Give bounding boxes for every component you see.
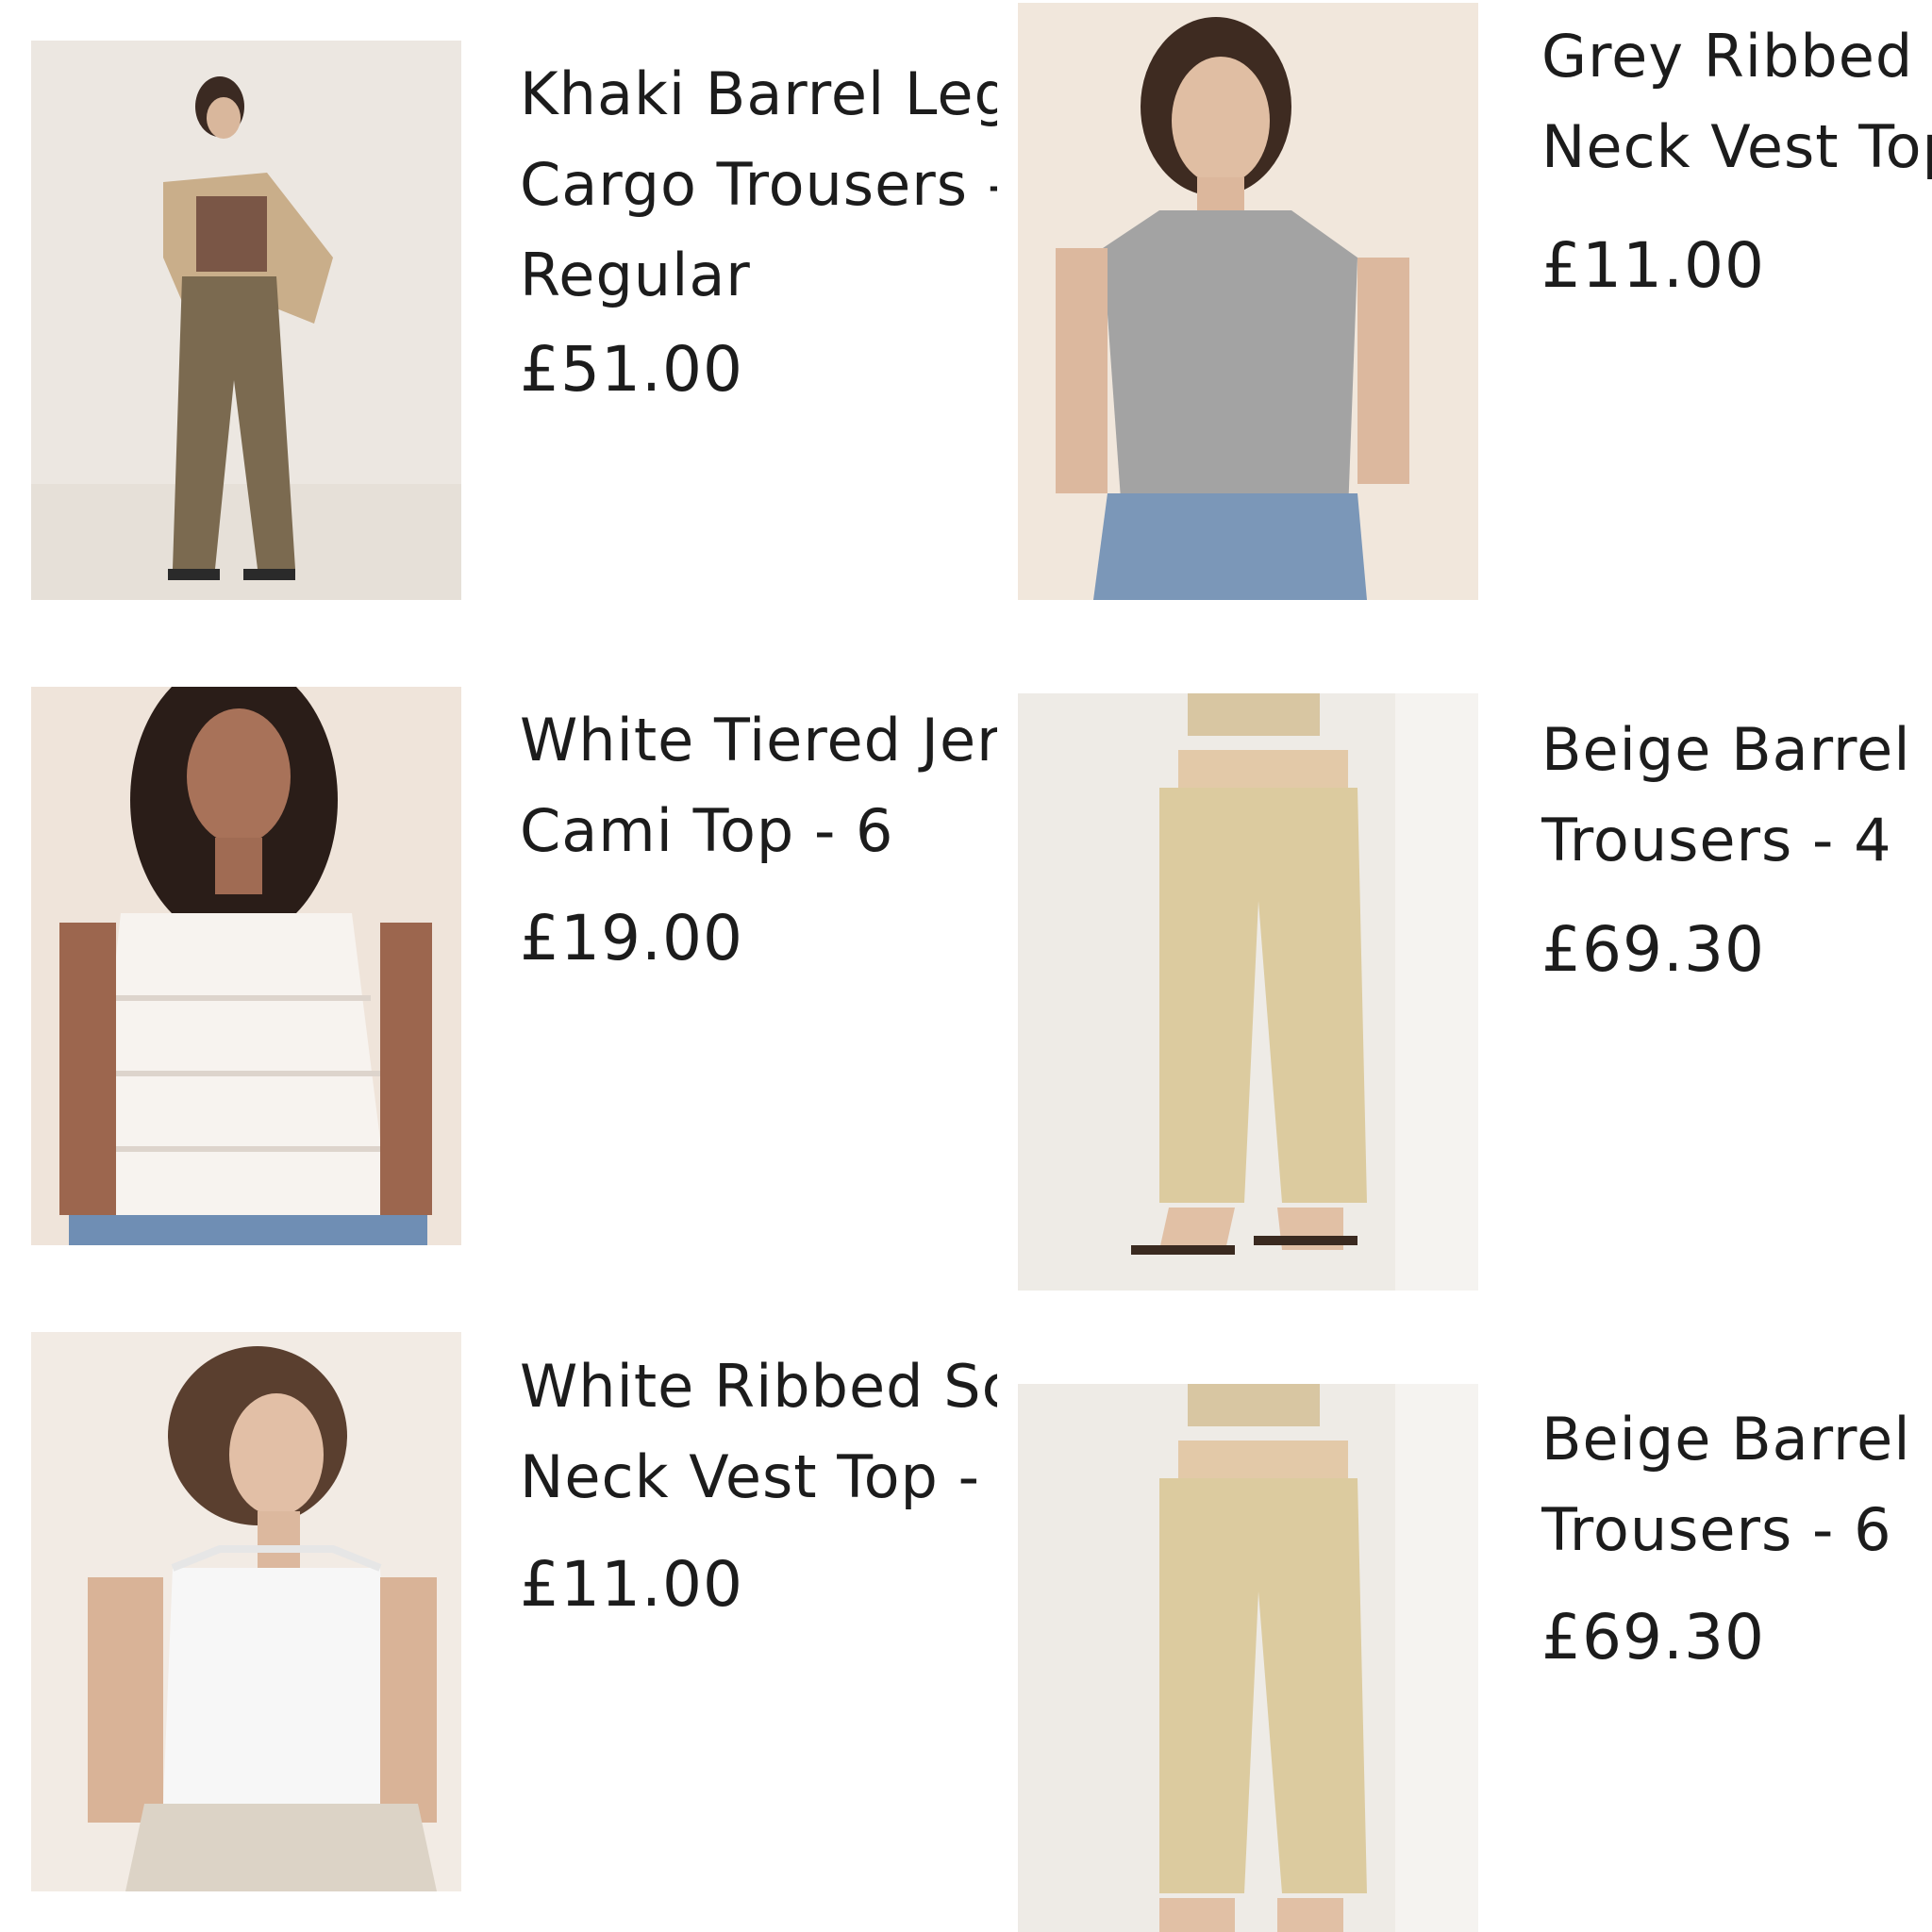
product-info: Khaki Barrel Leg Cargo Trousers - Regula… <box>520 49 997 426</box>
product-info: Beige Barrel Leg Trousers - 4 £69.30 <box>1541 705 1932 1025</box>
product-price: £19.00 <box>520 902 743 974</box>
product-image[interactable] <box>31 1332 461 1891</box>
product-title[interactable]: Trousers - 4 <box>1541 795 1932 886</box>
product-title[interactable]: Neck Vest Top <box>1541 102 1932 192</box>
product-price: £11.00 <box>1541 229 1765 302</box>
product-info: Grey Ribbed Scoop Neck Vest Top £11.00 <box>1541 11 1932 332</box>
product-info: Beige Barrel Leg Trousers - 6 £69.30 <box>1541 1394 1932 1715</box>
product-title[interactable]: Trousers - 6 <box>1541 1485 1932 1575</box>
product-title[interactable]: Grey Ribbed Scoop <box>1541 11 1932 102</box>
product-title[interactable]: Neck Vest Top - <box>520 1432 997 1523</box>
product-price: £11.00 <box>520 1548 743 1621</box>
product-title[interactable]: Beige Barrel Leg <box>1541 705 1932 795</box>
product-image[interactable] <box>1018 3 1478 600</box>
product-image[interactable] <box>1018 693 1478 1291</box>
product-image[interactable] <box>31 687 461 1245</box>
product-price: £51.00 <box>520 333 743 406</box>
product-price: £69.30 <box>1541 913 1765 986</box>
product-title[interactable]: Cami Top - 6 <box>520 786 997 876</box>
product-info: White Tiered Jersey Cami Top - 6 £19.00 <box>520 695 997 1016</box>
product-title[interactable]: Regular <box>520 230 997 321</box>
product-image[interactable] <box>31 41 461 600</box>
product-title[interactable]: White Ribbed Scoop <box>520 1341 997 1432</box>
product-title[interactable]: Cargo Trousers - <box>520 140 997 230</box>
product-title[interactable]: White Tiered Jersey <box>520 695 997 786</box>
product-info: White Ribbed Scoop Neck Vest Top - £11.0… <box>520 1341 997 1662</box>
product-price: £69.30 <box>1541 1601 1765 1674</box>
product-image[interactable] <box>1018 1384 1478 1932</box>
product-title[interactable]: Khaki Barrel Leg <box>520 49 997 140</box>
product-title[interactable]: Beige Barrel Leg <box>1541 1394 1932 1485</box>
